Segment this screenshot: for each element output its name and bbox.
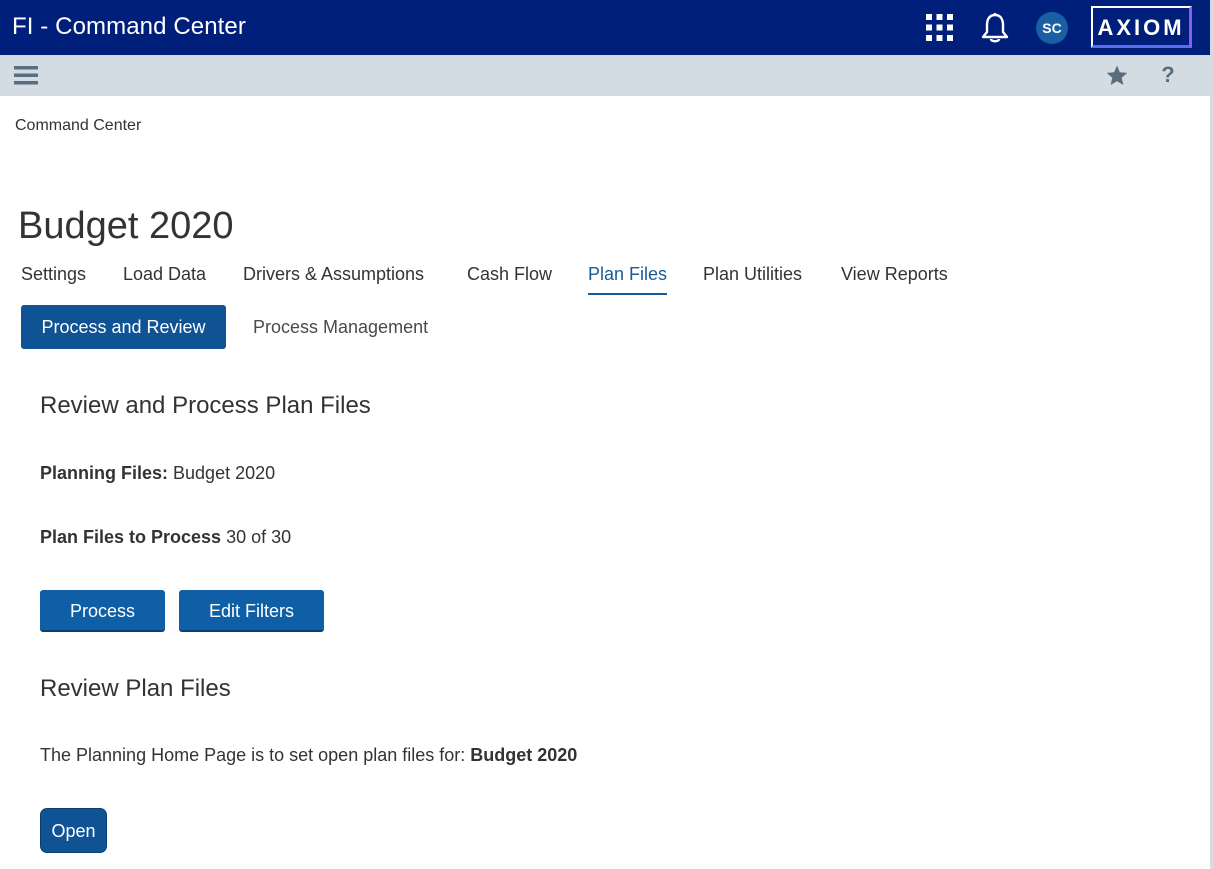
tab-view-reports[interactable]: View Reports	[841, 264, 948, 293]
app-title: FI - Command Center	[12, 13, 246, 40]
plan-files-to-process-line: Plan Files to Process 30 of 30	[40, 527, 291, 548]
tab-cash-flow[interactable]: Cash Flow	[467, 264, 552, 293]
breadcrumb[interactable]: Command Center	[15, 117, 141, 135]
review-plan-files-text: The Planning Home Page is to set open pl…	[40, 745, 466, 765]
hamburger-menu-icon[interactable]	[14, 66, 38, 85]
edit-filters-button[interactable]: Edit Filters	[179, 590, 324, 632]
tab-load-data[interactable]: Load Data	[123, 264, 206, 293]
planning-files-line: Planning Files: Budget 2020	[40, 463, 275, 484]
planning-files-label: Planning Files:	[40, 463, 169, 483]
tab-settings[interactable]: Settings	[21, 264, 86, 293]
star-icon[interactable]	[1104, 64, 1130, 88]
review-plan-files-value: Budget 2020	[470, 745, 578, 765]
window-right-edge	[1210, 0, 1214, 869]
bell-icon[interactable]	[980, 12, 1010, 43]
review-plan-files-title: Review Plan Files	[40, 675, 231, 702]
axiom-logo: AXIOM	[1091, 6, 1192, 48]
secondary-toolbar: ?	[0, 55, 1214, 96]
help-icon[interactable]: ?	[1158, 62, 1178, 88]
apps-grid-icon[interactable]	[926, 14, 953, 41]
process-button[interactable]: Process	[40, 590, 165, 632]
tab-plan-utilities[interactable]: Plan Utilities	[703, 264, 802, 293]
review-plan-files-description: The Planning Home Page is to set open pl…	[40, 745, 577, 766]
top-header-bar: FI - Command Center SC AXIOM	[0, 0, 1214, 55]
plan-files-to-process-value: 30 of 30	[226, 527, 292, 547]
planning-files-value: Budget 2020	[173, 463, 276, 483]
page-title: Budget 2020	[18, 205, 234, 247]
open-button[interactable]: Open	[40, 808, 107, 853]
review-process-title: Review and Process Plan Files	[40, 392, 371, 419]
subtab-process-and-review[interactable]: Process and Review	[21, 305, 226, 349]
plan-files-to-process-label: Plan Files to Process	[40, 527, 222, 547]
tab-drivers-assumptions[interactable]: Drivers & Assumptions	[243, 264, 424, 293]
tab-plan-files[interactable]: Plan Files	[588, 264, 668, 295]
subtab-process-management[interactable]: Process Management	[253, 317, 428, 338]
user-avatar[interactable]: SC	[1036, 12, 1068, 44]
